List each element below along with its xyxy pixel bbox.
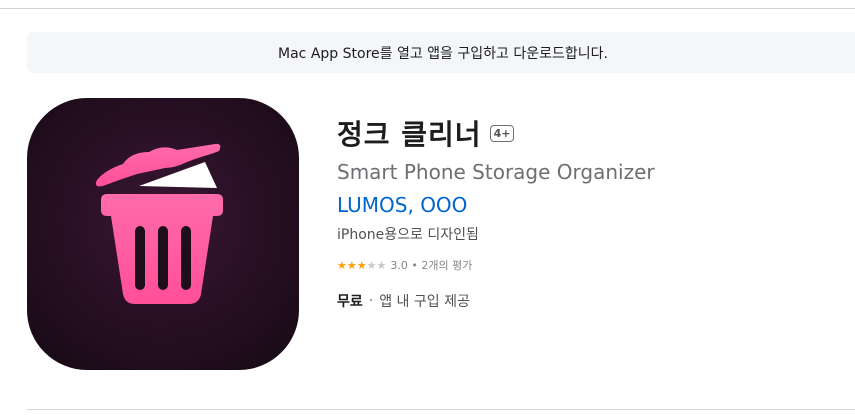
price-label: 무료 — [337, 294, 363, 310]
title-row: 정크 클리너 4+ — [337, 110, 837, 156]
star-icon: ★ — [376, 258, 387, 272]
rating-row: ★ ★ ★ ★ ★ 3.0 • 2개의 평가 — [337, 257, 837, 273]
price-row: 무료 · 앱 내 구입 제공 — [337, 291, 837, 311]
top-divider — [0, 8, 855, 9]
app-subtitle: Smart Phone Storage Organizer — [337, 160, 655, 184]
star-icon: ★ — [366, 258, 377, 272]
trash-can-icon — [27, 98, 299, 370]
age-rating-badge: 4+ — [489, 124, 515, 142]
rating-text: 3.0 • 2개의 평가 — [390, 259, 473, 272]
bottom-divider — [27, 409, 855, 410]
star-icon: ★ — [356, 258, 367, 272]
banner-text: Mac App Store를 열고 앱을 구입하고 다운로드합니다. — [278, 45, 608, 62]
in-app-purchase-label: 앱 내 구입 제공 — [379, 294, 470, 310]
separator-dot: · — [368, 293, 374, 309]
star-rating: ★ ★ ★ ★ ★ — [337, 260, 386, 271]
app-icon — [27, 98, 299, 370]
star-icon: ★ — [346, 258, 357, 272]
app-title: 정크 클리너 — [337, 118, 482, 151]
star-icon: ★ — [337, 258, 347, 272]
designed-for-label: iPhone용으로 디자인됨 — [337, 227, 479, 243]
app-info: 정크 클리너 4+ Smart Phone Storage Organizer … — [337, 110, 837, 311]
developer-link[interactable]: LUMOS, OOO — [337, 193, 837, 217]
mac-app-store-banner[interactable]: Mac App Store를 열고 앱을 구입하고 다운로드합니다. — [27, 32, 855, 73]
